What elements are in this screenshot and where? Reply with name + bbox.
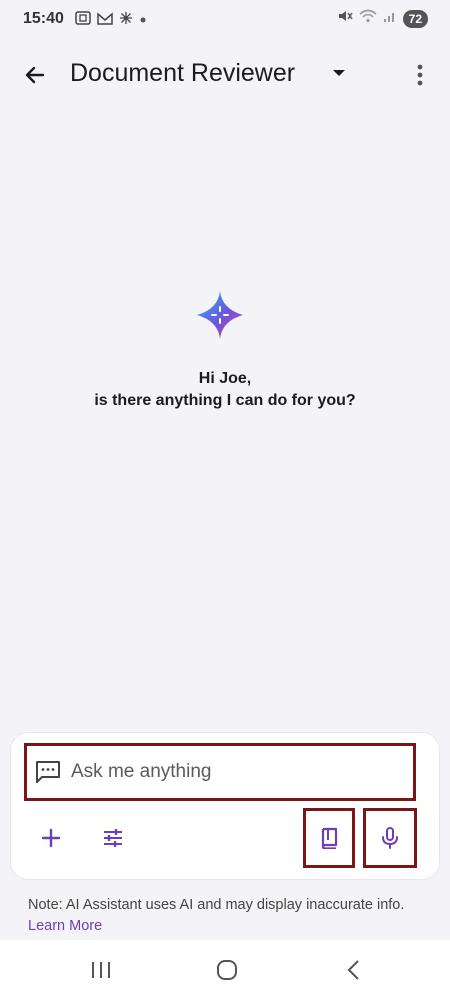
- mute-icon: [337, 9, 353, 28]
- disclaimer-text: Note: AI Assistant uses AI and may displ…: [28, 897, 405, 913]
- book-icon: [321, 827, 338, 849]
- caret-down-icon: [333, 70, 345, 76]
- screen: 15:40 72 Document Reviewer Hi Joe, is th…: [0, 0, 450, 999]
- settings-tune-button[interactable]: [97, 822, 129, 854]
- recents-button[interactable]: [86, 956, 116, 984]
- status-notification-icons: [75, 11, 147, 28]
- recents-icon: [92, 962, 110, 978]
- home-button[interactable]: [212, 956, 242, 984]
- learn-more-link[interactable]: Learn More: [28, 918, 102, 934]
- tune-icon: [104, 829, 122, 847]
- wifi-icon: [359, 9, 377, 28]
- greeting-message: Hi Joe, is there anything I can do for y…: [0, 368, 450, 412]
- screenshot-icon: [75, 11, 91, 28]
- title-dropdown-button[interactable]: [327, 61, 351, 85]
- app-title[interactable]: Document Reviewer: [70, 59, 295, 88]
- home-icon: [217, 960, 237, 980]
- dot-icon: [139, 12, 147, 27]
- more-vert-icon: [417, 64, 423, 86]
- voice-input-button[interactable]: [363, 808, 417, 868]
- chevron-left-icon: [347, 960, 359, 980]
- back-button[interactable]: [18, 58, 52, 92]
- status-right-icons: 72: [337, 9, 428, 28]
- overflow-menu-button[interactable]: [406, 58, 434, 92]
- status-time: 15:40: [23, 10, 64, 27]
- ai-disclaimer-note: Note: AI Assistant uses AI and may displ…: [28, 895, 428, 937]
- document-library-button[interactable]: [303, 808, 355, 868]
- status-bar: 15:40 72: [0, 0, 450, 40]
- pinwheel-icon: [119, 11, 133, 28]
- signal-icon: [383, 9, 397, 28]
- battery-indicator: 72: [402, 9, 428, 28]
- mic-icon: [382, 827, 398, 849]
- app-bar: Document Reviewer: [0, 46, 450, 104]
- back-arrow-icon: [25, 66, 45, 84]
- greeting-line-2: is there anything I can do for you?: [94, 392, 356, 409]
- system-navigation-bar: [0, 940, 450, 999]
- ai-sparkle-icon: [197, 291, 243, 339]
- system-back-button[interactable]: [338, 956, 368, 984]
- add-icon: [41, 828, 61, 848]
- greeting-line-1: Hi Joe,: [198, 370, 252, 387]
- gmail-icon: [97, 11, 113, 28]
- add-button[interactable]: [35, 822, 67, 854]
- input-placeholder: Ask me anything: [71, 761, 212, 782]
- chat-bubble-icon: [35, 759, 61, 785]
- message-input[interactable]: Ask me anything: [24, 743, 416, 801]
- composer-card: Ask me anything: [10, 732, 440, 880]
